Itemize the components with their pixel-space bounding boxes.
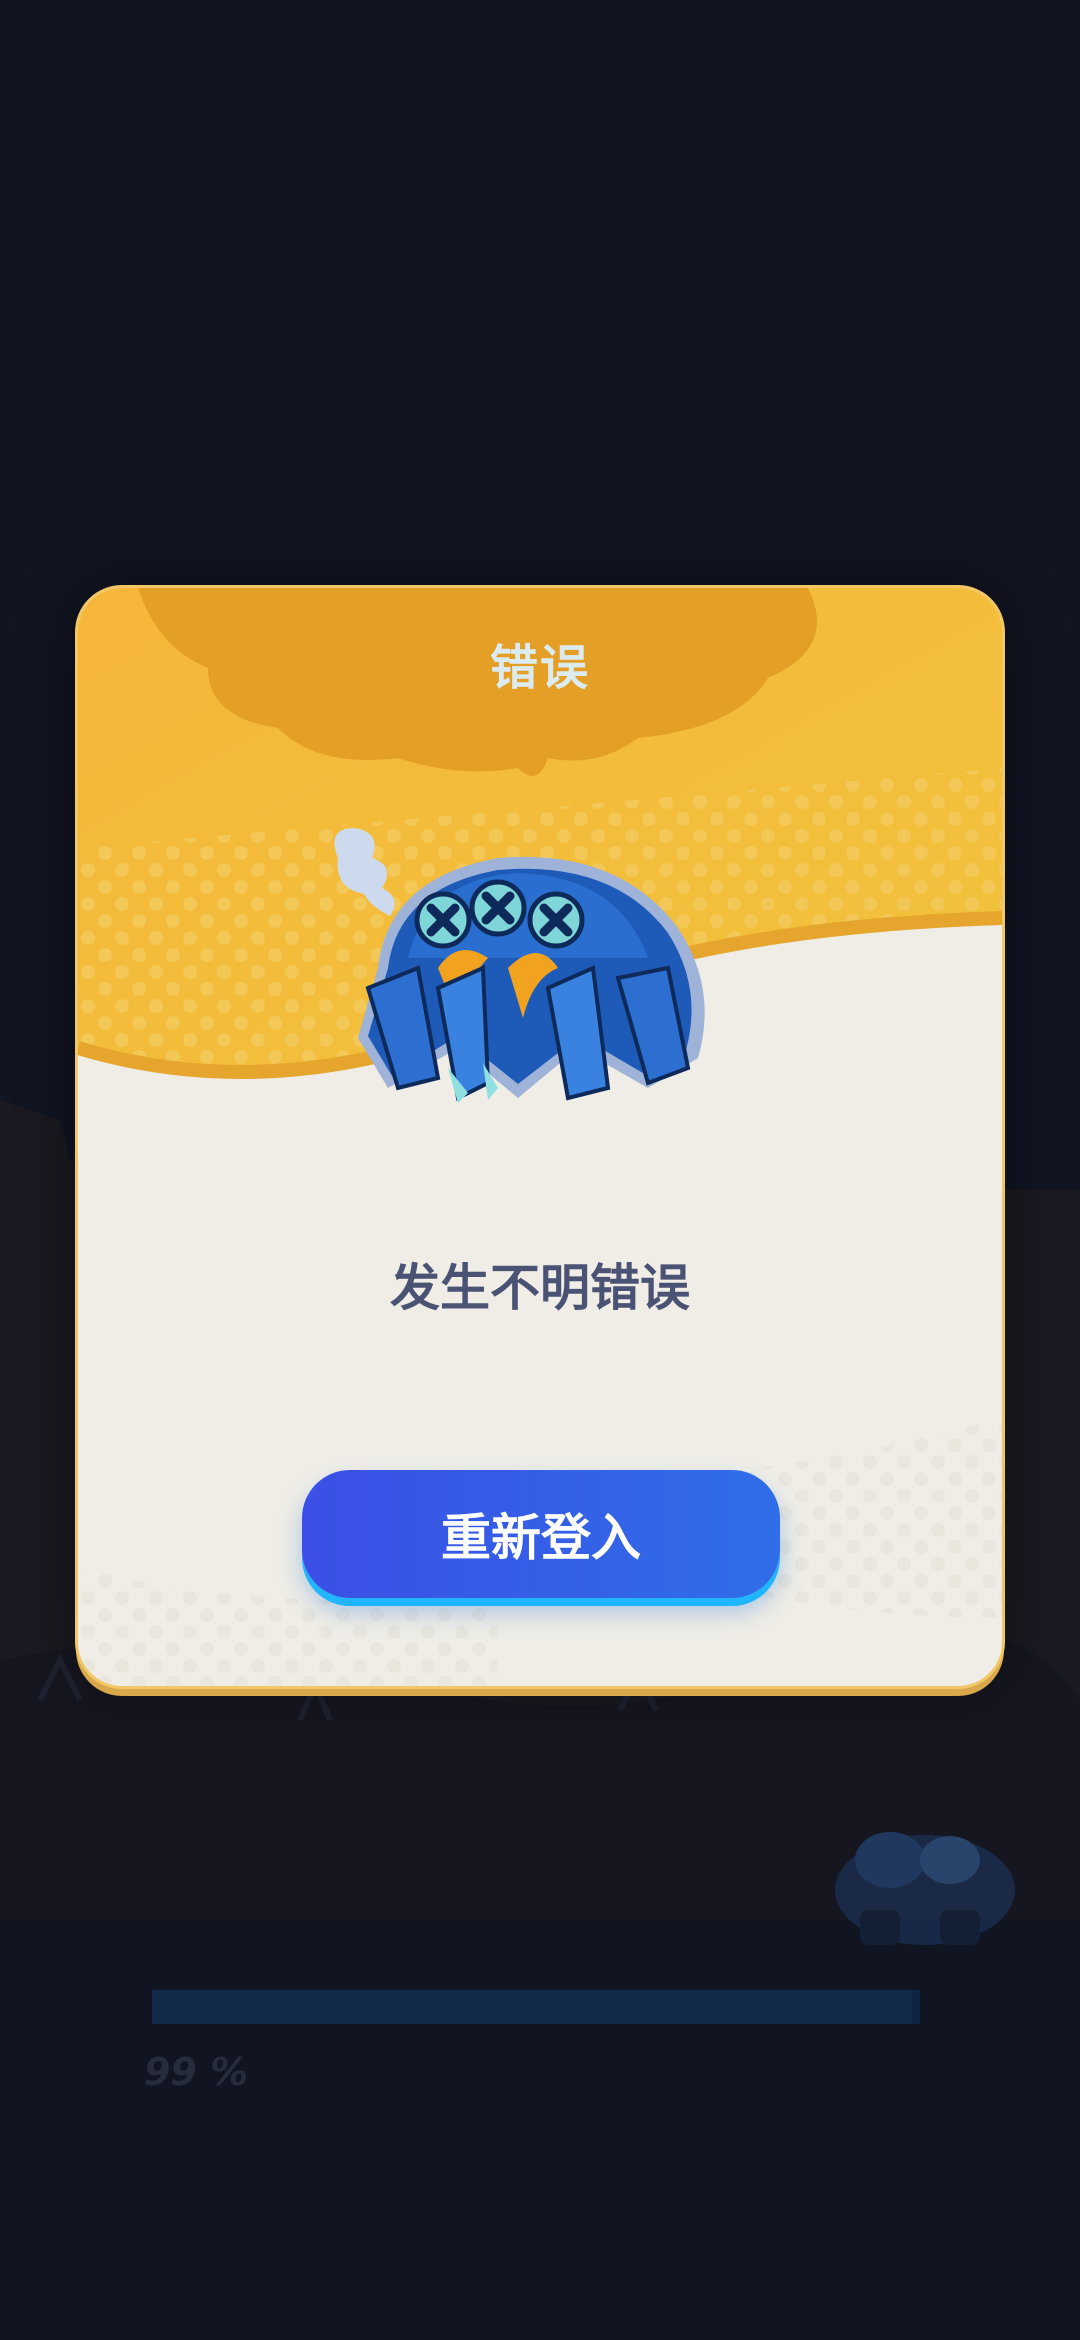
background-robot-icon bbox=[835, 1832, 1015, 1945]
broken-robot-spider-icon bbox=[334, 828, 705, 1103]
relogin-button[interactable]: 重新登入 bbox=[302, 1470, 780, 1598]
loading-progress-fill bbox=[152, 1990, 913, 2024]
error-message: 发生不明错误 bbox=[390, 1259, 690, 1317]
loading-progress-bar bbox=[152, 1990, 920, 2024]
dialog-title: 错误 bbox=[489, 640, 590, 696]
error-dialog: 错误 发生不明错误 重新登入 bbox=[78, 588, 1002, 1686]
loading-percent-text: 99 % bbox=[144, 2050, 249, 2094]
smoke-puff-icon bbox=[334, 828, 395, 916]
